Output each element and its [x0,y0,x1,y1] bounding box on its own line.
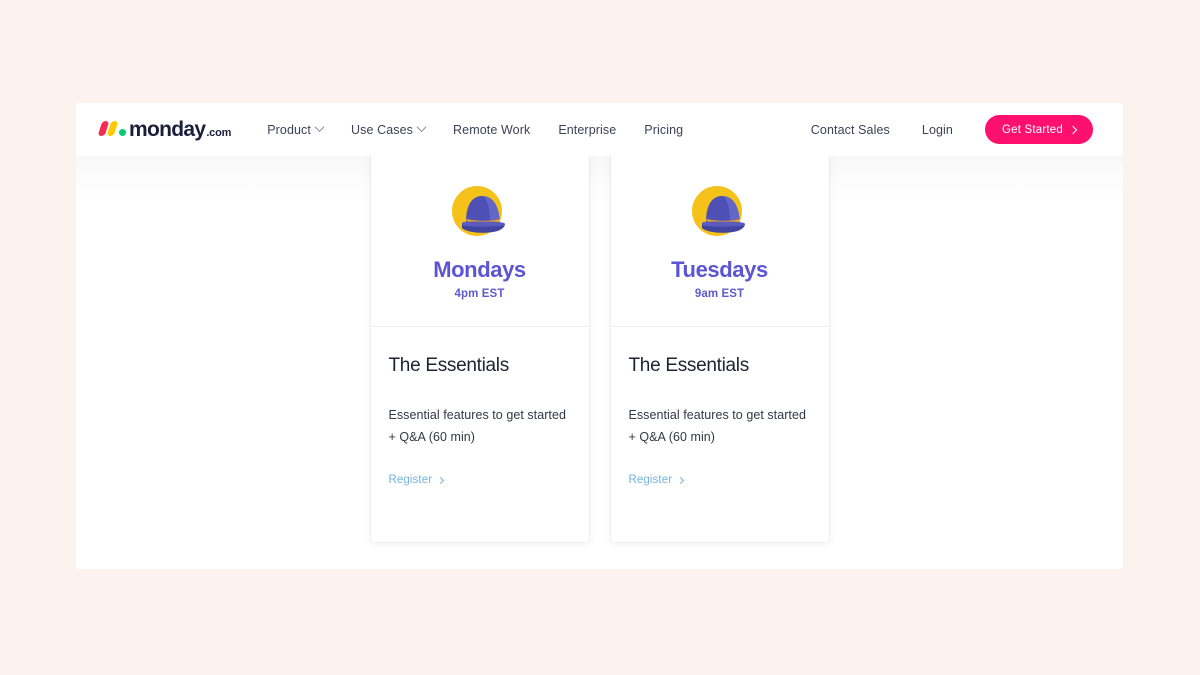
nav-item-product[interactable]: Product [253,117,337,143]
nav-item-remote-work[interactable]: Remote Work [439,117,544,143]
webinar-card[interactable]: Mondays 4pm EST The Essentials Essential… [370,156,589,542]
card-header: Tuesdays 9am EST [610,182,829,328]
nav-left-group: monday .com Product Use Cases Remote Wor… [97,117,697,143]
page-frame: monday .com Product Use Cases Remote Wor… [76,103,1123,569]
hat-icon [444,182,516,244]
card-title: The Essentials [388,355,510,377]
nav-item-product-label: Product [267,122,311,137]
card-title: The Essentials [628,355,750,377]
card-day-title: Tuesdays [671,257,768,282]
register-link-label: Register [628,474,673,487]
nav-item-contact-sales-label: Contact Sales [810,122,890,137]
webinar-card-list: Mondays 4pm EST The Essentials Essential… [76,156,1123,542]
nav-right-group: Contact Sales Login Get Started [795,115,1093,144]
nav-item-use-cases[interactable]: Use Cases [337,117,439,143]
chevron-down-icon [314,121,325,132]
main-navigation: monday .com Product Use Cases Remote Wor… [76,103,1123,156]
card-day-title: Mondays [433,257,526,282]
card-header: Mondays 4pm EST [370,182,589,328]
webinar-card[interactable]: Tuesdays 9am EST The Essentials Essentia… [610,156,829,542]
chevron-right-icon [437,476,445,484]
nav-item-pricing[interactable]: Pricing [630,117,697,143]
nav-item-login-label: Login [921,122,953,137]
nav-item-enterprise-label: Enterprise [558,122,617,137]
card-time: 4pm EST [454,288,505,301]
register-link[interactable]: Register [628,474,685,487]
primary-nav-links: Product Use Cases Remote Work Enterprise… [253,117,697,143]
get-started-button[interactable]: Get Started [984,115,1093,144]
get-started-label: Get Started [1001,123,1063,136]
register-link-label: Register [388,474,433,487]
logo-wordmark: monday [129,117,206,141]
card-description: Essential features to get started + Q&A … [388,407,566,445]
chevron-right-icon [677,476,685,484]
hat-icon [684,182,756,244]
page-content: Mondays 4pm EST The Essentials Essential… [76,156,1123,569]
chevron-down-icon [416,121,427,132]
logo-tld: .com [206,126,232,139]
nav-item-pricing-label: Pricing [644,122,684,137]
card-time: 9am EST [694,288,745,301]
nav-item-remote-work-label: Remote Work [453,122,531,137]
nav-item-login[interactable]: Login [906,117,969,143]
nav-item-contact-sales[interactable]: Contact Sales [795,117,906,143]
monday-logo-mark-icon [97,120,126,136]
register-link[interactable]: Register [388,474,445,487]
nav-item-use-cases-label: Use Cases [350,122,414,137]
card-description: Essential features to get started + Q&A … [628,407,806,445]
card-body: The Essentials Essential features to get… [371,327,589,488]
nav-item-enterprise[interactable]: Enterprise [544,117,630,143]
monday-logo[interactable]: monday .com [97,117,232,142]
chevron-right-icon [1068,125,1078,134]
card-body: The Essentials Essential features to get… [611,327,829,488]
